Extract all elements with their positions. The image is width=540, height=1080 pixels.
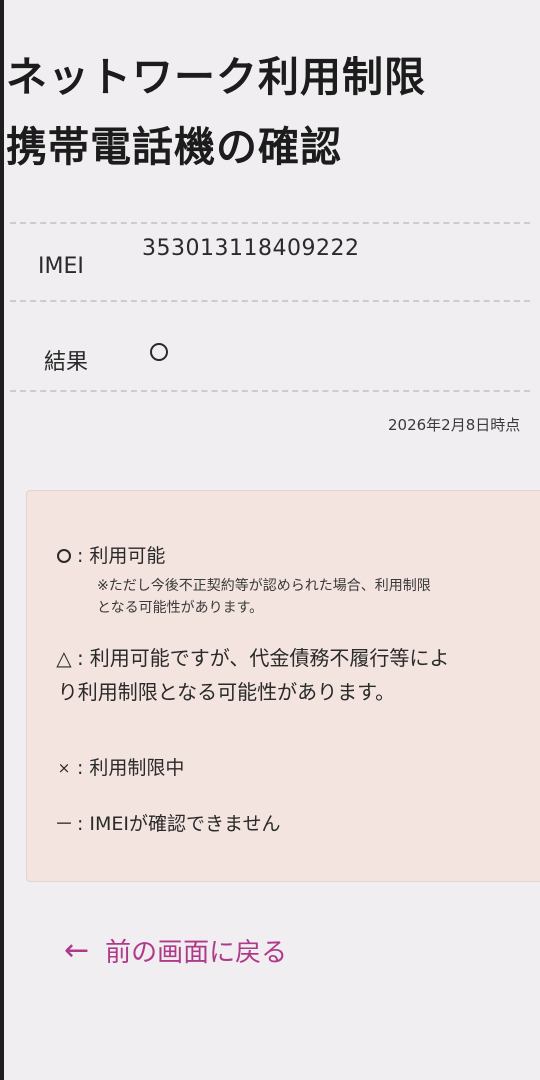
divider <box>10 390 530 392</box>
triangle-icon: △ <box>56 646 72 670</box>
back-link-label: 前の画面に戻る <box>105 938 288 968</box>
divider <box>10 300 530 302</box>
legend-colon: : <box>77 646 84 670</box>
screen: ネットワーク利用制限 携帯電話機の確認 IMEI 353013118409222… <box>0 0 540 1080</box>
page-title-line2: 携帯電話機の確認 <box>6 123 342 171</box>
legend-colon: : <box>77 545 84 567</box>
legend-note-line2: となる可能性があります。 <box>97 600 264 616</box>
legend-text: 利用可能ですが、代金債務不履行等によ り利用制限となる可能性があります。 <box>58 641 540 709</box>
legend-note-line1: ※ただし今後不正契約等が認められた場合、利用制限 <box>97 578 431 594</box>
result-circle-icon <box>150 343 168 361</box>
legend-text: IMEIが確認できません <box>89 813 281 835</box>
cross-icon: × <box>57 759 71 777</box>
legend-box: : 利用可能 ※ただし今後不正契約等が認められた場合、利用制限 となる可能性があ… <box>26 490 540 882</box>
legend-text-line1: 利用可能ですが、代金債務不履行等によ <box>89 646 450 670</box>
left-arrow-icon: ← <box>64 932 90 968</box>
page-title-line1: ネットワーク利用制限 <box>6 53 426 101</box>
dash-icon: － <box>54 813 74 835</box>
circle-icon <box>53 539 75 573</box>
legend-colon: : <box>77 757 84 779</box>
device-bezel <box>0 0 4 1080</box>
legend-item-unknown: － : IMEIが確認できません <box>53 807 540 841</box>
legend-item-conditional: △ : 利用可能ですが、代金債務不履行等によ り利用制限となる可能性があります。 <box>53 641 540 709</box>
legend-text: 利用制限中 <box>89 757 185 779</box>
legend-item-available: : 利用可能 ※ただし今後不正契約等が認められた場合、利用制限 となる可能性があ… <box>53 539 540 619</box>
legend-note: ※ただし今後不正契約等が認められた場合、利用制限 となる可能性があります。 <box>97 575 540 619</box>
back-link[interactable]: ← 前の画面に戻る <box>64 932 287 969</box>
legend-text-line2: り利用制限となる可能性があります。 <box>57 680 396 704</box>
legend-text: 利用可能 <box>89 545 166 567</box>
imei-label: IMEI <box>38 254 84 279</box>
imei-value: 353013118409222 <box>142 236 360 261</box>
legend-colon: : <box>77 813 84 835</box>
result-label: 結果 <box>44 350 89 375</box>
divider <box>10 222 530 224</box>
page-title: ネットワーク利用制限 携帯電話機の確認 <box>6 42 536 182</box>
check-timestamp: 2026年2月8日時点 <box>388 416 521 434</box>
legend-item-restricted: × : 利用制限中 <box>53 751 540 785</box>
